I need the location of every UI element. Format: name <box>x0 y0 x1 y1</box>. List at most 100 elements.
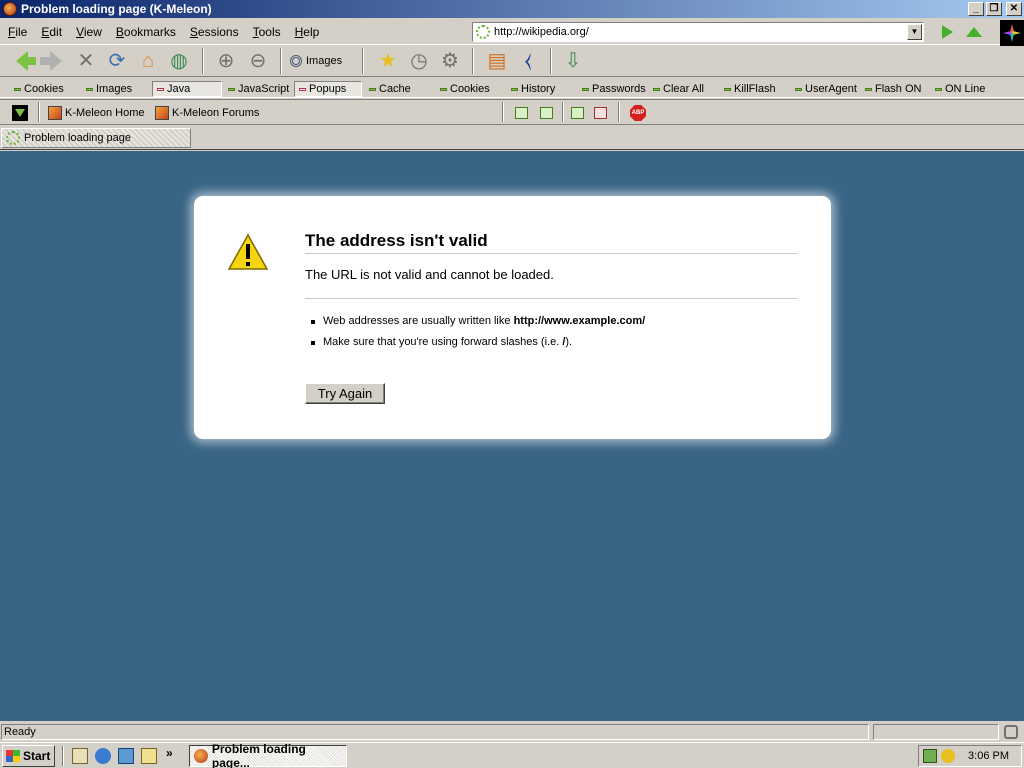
quicklaunch-overflow-chevron-icon[interactable]: » <box>166 746 173 760</box>
toggle-clear-all[interactable]: Clear All <box>653 81 704 97</box>
download-arrow-icon[interactable] <box>12 105 28 121</box>
view-source-button[interactable]: ⧼ <box>516 49 540 73</box>
bookmark-k-meleon-home[interactable]: K-Meleon Home <box>48 105 144 121</box>
windows-taskbar: Start » Problem loading page... 3:06 PM <box>0 742 1024 768</box>
page-info-button[interactable]: ▤ <box>485 49 509 73</box>
toolbar-separator <box>472 48 474 74</box>
download-manager-button[interactable]: ⇩ <box>561 49 585 73</box>
system-tray: 3:06 PM <box>918 745 1022 767</box>
window-controls: _ ❐ ✕ <box>968 2 1022 16</box>
page-favicon <box>476 25 490 39</box>
stop-button[interactable]: ✕ <box>74 49 98 73</box>
menu-help[interactable]: Help <box>295 25 320 39</box>
toolbar-separator <box>502 102 504 122</box>
zoom-in-button[interactable]: ⊕ <box>214 49 238 73</box>
url-input[interactable] <box>494 26 894 38</box>
toggle-on-indicator-icon <box>865 87 872 91</box>
images-toggle-button[interactable]: Images <box>290 51 342 71</box>
restore-button[interactable]: ❐ <box>986 2 1002 16</box>
toggle-history[interactable]: History <box>511 81 555 97</box>
search-globe-button[interactable]: ◍ <box>167 49 191 73</box>
preferences-gear-button[interactable]: ⚙ <box>438 49 462 73</box>
menu-row: File Edit View Bookmarks Sessions Tools … <box>0 19 1024 45</box>
start-button[interactable]: Start <box>2 745 55 767</box>
explorer-search-icon[interactable] <box>141 748 157 764</box>
bookmark-k-meleon-forums[interactable]: K-Meleon Forums <box>155 105 259 121</box>
forward-button[interactable] <box>40 49 68 73</box>
clock[interactable]: 3:06 PM <box>968 750 1009 762</box>
menu-bar: File Edit View Bookmarks Sessions Tools … <box>8 25 319 39</box>
menu-file[interactable]: File <box>8 25 27 39</box>
new-tab-icon[interactable] <box>540 107 553 119</box>
error-title: The address isn't valid <box>305 231 797 254</box>
up-icon[interactable] <box>966 27 982 37</box>
suggestion-list: Web addresses are usually written like h… <box>305 315 645 357</box>
list-item: Make sure that you're using forward slas… <box>305 336 645 357</box>
internet-explorer-icon[interactable] <box>95 748 111 764</box>
taskbar-button-k-meleon[interactable]: Problem loading page... <box>189 742 347 768</box>
bookmarks-star-button[interactable]: ★ <box>376 49 400 73</box>
toggle-on-indicator-icon <box>228 87 235 91</box>
minimize-button[interactable]: _ <box>968 2 984 16</box>
try-again-button[interactable]: Try Again <box>305 383 385 404</box>
toggle-useragent[interactable]: UserAgent <box>795 81 857 97</box>
toggle-on-indicator-icon <box>653 87 660 91</box>
history-clock-button[interactable]: ◷ <box>407 49 431 73</box>
toggle-killflash[interactable]: KillFlash <box>724 81 776 97</box>
toggle-passwords[interactable]: Passwords <box>582 81 646 97</box>
url-dropdown-button[interactable]: ▼ <box>907 24 922 40</box>
toggle-java[interactable]: Java <box>152 81 222 97</box>
toolbar-separator <box>550 48 552 74</box>
menu-tools[interactable]: Tools <box>253 25 281 39</box>
add-tab-icon[interactable] <box>571 107 584 119</box>
toggle-on-indicator-icon <box>795 87 802 91</box>
show-desktop-icon[interactable] <box>72 748 88 764</box>
outlook-express-icon[interactable] <box>118 748 134 764</box>
volume-tray-icon[interactable] <box>941 749 955 763</box>
menu-sessions[interactable]: Sessions <box>190 25 239 39</box>
windows-logo-icon <box>6 750 20 762</box>
menu-bookmarks[interactable]: Bookmarks <box>116 25 176 39</box>
toggle-images[interactable]: Images <box>86 81 132 97</box>
toggle-cookies[interactable]: Cookies <box>14 81 64 97</box>
back-arrow-icon <box>16 51 36 71</box>
navigation-toolbar: ✕ ⟳ ⌂ ◍ ⊕ ⊖ Images ★ ◷ ⚙ ▤ ⧼ ⇩ <box>0 45 1024 77</box>
back-button[interactable] <box>10 49 36 73</box>
home-button[interactable]: ⌂ <box>136 49 160 73</box>
bookmark-favicon-icon <box>48 106 62 120</box>
toggle-online[interactable]: ON Line <box>935 81 985 97</box>
menu-view[interactable]: View <box>76 25 102 39</box>
warning-icon <box>228 234 268 270</box>
toolbar-separator <box>38 102 40 122</box>
toggle-cache[interactable]: Cache <box>369 81 411 97</box>
status-text: Ready <box>1 724 869 740</box>
adblock-icon[interactable]: ABP <box>630 105 646 121</box>
go-icon[interactable] <box>942 25 953 39</box>
toggle-javascript[interactable]: JavaScript <box>228 81 289 97</box>
close-tab-icon[interactable] <box>594 107 607 119</box>
new-window-icon[interactable] <box>515 107 528 119</box>
window-title: Problem loading page (K-Meleon) <box>21 2 212 16</box>
security-lock-icon[interactable] <box>1004 725 1018 739</box>
k-meleon-app-icon[interactable] <box>3 2 17 16</box>
network-tray-icon[interactable] <box>923 749 937 763</box>
toggle-on-indicator-icon <box>440 87 447 91</box>
tab-problem-loading-page[interactable]: Problem loading page <box>1 128 191 148</box>
tab-bar: Problem loading page <box>0 126 1024 150</box>
toolbar-separator <box>618 102 620 122</box>
error-description: The URL is not valid and cannot be loade… <box>305 267 554 282</box>
toggle-popups[interactable]: Popups <box>294 81 362 97</box>
toggle-on-indicator-icon <box>369 87 376 91</box>
menu-edit[interactable]: Edit <box>41 25 62 39</box>
toggle-cookies-clear[interactable]: Cookies <box>440 81 490 97</box>
toggle-on-indicator-icon <box>86 87 93 91</box>
k-meleon-app-icon <box>194 749 208 763</box>
zoom-out-button[interactable]: ⊖ <box>246 49 270 73</box>
close-button[interactable]: ✕ <box>1006 2 1022 16</box>
divider <box>305 298 797 299</box>
toggle-on-indicator-icon <box>582 87 589 91</box>
toolbar-separator <box>562 102 564 122</box>
reload-button[interactable]: ⟳ <box>105 49 129 73</box>
toggle-flash[interactable]: Flash ON <box>865 81 921 97</box>
bookmarks-toolbar: K-Meleon Home K-Meleon Forums ABP <box>0 99 1024 125</box>
